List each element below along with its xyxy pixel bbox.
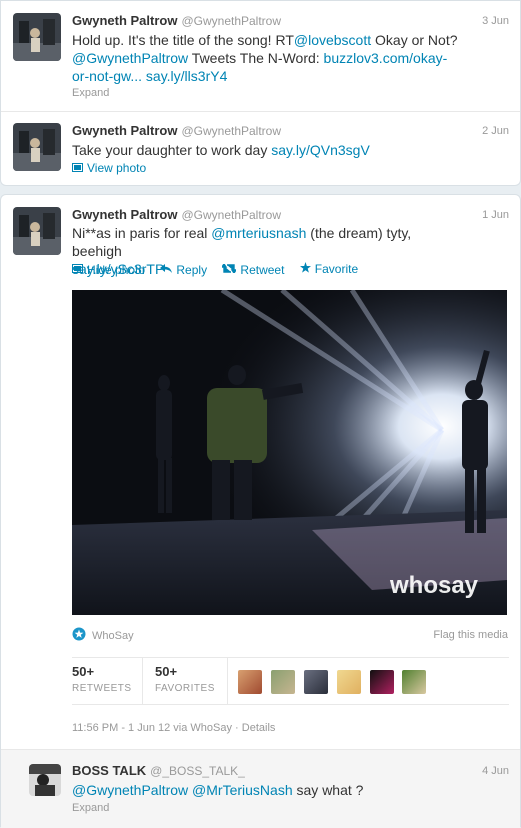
mention-link[interactable]: @GwynethPaltrow xyxy=(72,50,188,66)
favorites-count[interactable]: 50+ xyxy=(155,664,215,679)
divider xyxy=(227,658,228,705)
avatar[interactable] xyxy=(336,670,361,694)
avatar[interactable] xyxy=(29,764,61,796)
photo-icon xyxy=(72,264,83,276)
photo-watermark: whosay xyxy=(389,572,479,599)
author-display-name[interactable]: Gwyneth Paltrow xyxy=(72,207,177,222)
author-handle[interactable]: @GwynethPaltrow xyxy=(181,124,281,138)
tweet-card-top: Gwyneth Paltrow @GwynethPaltrow 3 Jun Hol… xyxy=(0,0,521,186)
favoriter-avatars xyxy=(238,670,431,697)
author-handle[interactable]: @GwynethPaltrow xyxy=(181,208,281,222)
expand-link[interactable]: Expand xyxy=(72,87,109,99)
tweet-3[interactable]: Gwyneth Paltrow @GwynethPaltrow 1 Jun Ni*… xyxy=(1,195,520,749)
favorite-button[interactable]: Favorite xyxy=(299,262,358,276)
avatar[interactable] xyxy=(270,670,295,694)
photo-icon xyxy=(72,163,83,175)
retweet-button[interactable]: Retweet xyxy=(221,262,284,277)
view-photo-link[interactable]: View photo xyxy=(72,161,146,175)
avatar[interactable] xyxy=(369,670,394,694)
tweet-2[interactable]: Gwyneth Paltrow @GwynethPaltrow 2 Jun Tak… xyxy=(1,112,520,186)
reply-button[interactable]: Reply xyxy=(160,263,207,277)
favorites-stat[interactable]: 50+ FAVORITES xyxy=(155,664,215,694)
tweet-stats: 50+ RETWEETS 50+ FAVORITES xyxy=(72,657,509,705)
url-link[interactable]: say.ly/lls3rY4 xyxy=(146,68,227,84)
flag-media-link[interactable]: Flag this media xyxy=(433,629,508,641)
tweet-timestamp[interactable]: 1 Jun xyxy=(482,209,509,221)
tweet-text-segment: Hold up. It's the title of the song! RT xyxy=(72,32,294,48)
retweets-stat[interactable]: 50+ RETWEETS xyxy=(72,664,132,694)
avatar[interactable] xyxy=(402,670,427,694)
reply-label[interactable]: Reply xyxy=(176,263,207,277)
author-display-name[interactable]: Gwyneth Paltrow xyxy=(72,13,177,28)
media-source[interactable]: WhoSay xyxy=(72,627,134,644)
tweet-text-segment: Okay or Not? xyxy=(371,32,458,48)
mention-link[interactable]: @lovebscott xyxy=(294,32,371,48)
retweets-label[interactable]: RETWEETS xyxy=(72,683,132,694)
tweet-details-footer[interactable]: 11:56 PM - 1 Jun 12 via WhoSay · Details xyxy=(72,722,275,734)
mention-link[interactable]: @MrTeriusNash xyxy=(192,782,293,798)
author-handle[interactable]: @GwynethPaltrow xyxy=(181,14,281,28)
author-display-name[interactable]: BOSS TALK xyxy=(72,763,146,778)
retweets-count[interactable]: 50+ xyxy=(72,664,132,679)
mention-link[interactable]: @mrteriusnash xyxy=(211,225,306,241)
media-source-label[interactable]: WhoSay xyxy=(92,630,134,642)
url-link[interactable]: say.ly/QVn3sgV xyxy=(271,142,370,158)
tweet-text: @GwynethPaltrow @MrTeriusNash say what ? xyxy=(72,781,460,799)
tweet-photo[interactable]: whosay xyxy=(72,290,507,615)
tweet-actions: Hide photo Reply Retweet Favorite xyxy=(72,262,370,277)
hide-photo-label[interactable]: Hide photo xyxy=(87,263,145,277)
author-name[interactable]: Gwyneth Paltrow @GwynethPaltrow xyxy=(72,123,281,138)
tweet-1[interactable]: Gwyneth Paltrow @GwynethPaltrow 3 Jun Hol… xyxy=(1,1,520,111)
url-link[interactable]: buzzlov3.com/okay- xyxy=(324,50,448,66)
tweet-text: Take your daughter to work day say.ly/QV… xyxy=(72,141,460,159)
tweet-text-segment: say what ? xyxy=(292,782,364,798)
avatar[interactable] xyxy=(303,670,328,694)
tweet-timestamp[interactable]: 3 Jun xyxy=(482,15,509,27)
view-photo-label[interactable]: View photo xyxy=(87,161,146,175)
author-name[interactable]: Gwyneth Paltrow @GwynethPaltrow xyxy=(72,13,281,28)
reply-tweet[interactable]: BOSS TALK @_BOSS_TALK_ 4 Jun @GwynethPalt… xyxy=(1,749,520,828)
avatar[interactable] xyxy=(238,670,262,694)
url-link[interactable]: or-not-gw... xyxy=(72,68,142,84)
avatar[interactable] xyxy=(13,207,61,255)
tweet-text-segment: Take your daughter to work day xyxy=(72,142,272,158)
tweet-timestamp[interactable]: 2 Jun xyxy=(482,125,509,137)
expand-link[interactable]: Expand xyxy=(72,802,109,814)
retweet-icon xyxy=(221,262,238,276)
tweet-card-expanded: Gwyneth Paltrow @GwynethPaltrow 1 Jun Ni*… xyxy=(0,194,521,828)
divider xyxy=(142,658,143,705)
star-icon xyxy=(299,262,311,276)
retweet-label[interactable]: Retweet xyxy=(240,263,284,277)
tweet-timestamp[interactable]: 4 Jun xyxy=(482,765,509,777)
author-name[interactable]: BOSS TALK @_BOSS_TALK_ xyxy=(72,763,245,778)
whosay-icon xyxy=(72,627,86,644)
concert-photo-image: whosay xyxy=(72,290,507,615)
tweet-text: Hold up. It's the title of the song! RT@… xyxy=(72,31,460,85)
reply-icon xyxy=(160,264,173,276)
hide-photo-button[interactable]: Hide photo xyxy=(72,263,145,277)
author-name[interactable]: Gwyneth Paltrow @GwynethPaltrow xyxy=(72,207,281,222)
author-handle[interactable]: @_BOSS_TALK_ xyxy=(150,764,245,778)
favorites-label[interactable]: FAVORITES xyxy=(155,683,215,694)
tweet-text-segment: Tweets The N-Word: xyxy=(188,50,324,66)
author-display-name[interactable]: Gwyneth Paltrow xyxy=(72,123,177,138)
avatar[interactable] xyxy=(13,13,61,61)
avatar[interactable] xyxy=(13,123,61,171)
tweet-text-segment: Ni**as in paris for real xyxy=(72,225,212,241)
mention-link[interactable]: @GwynethPaltrow xyxy=(72,782,188,798)
favorite-label[interactable]: Favorite xyxy=(315,262,358,276)
